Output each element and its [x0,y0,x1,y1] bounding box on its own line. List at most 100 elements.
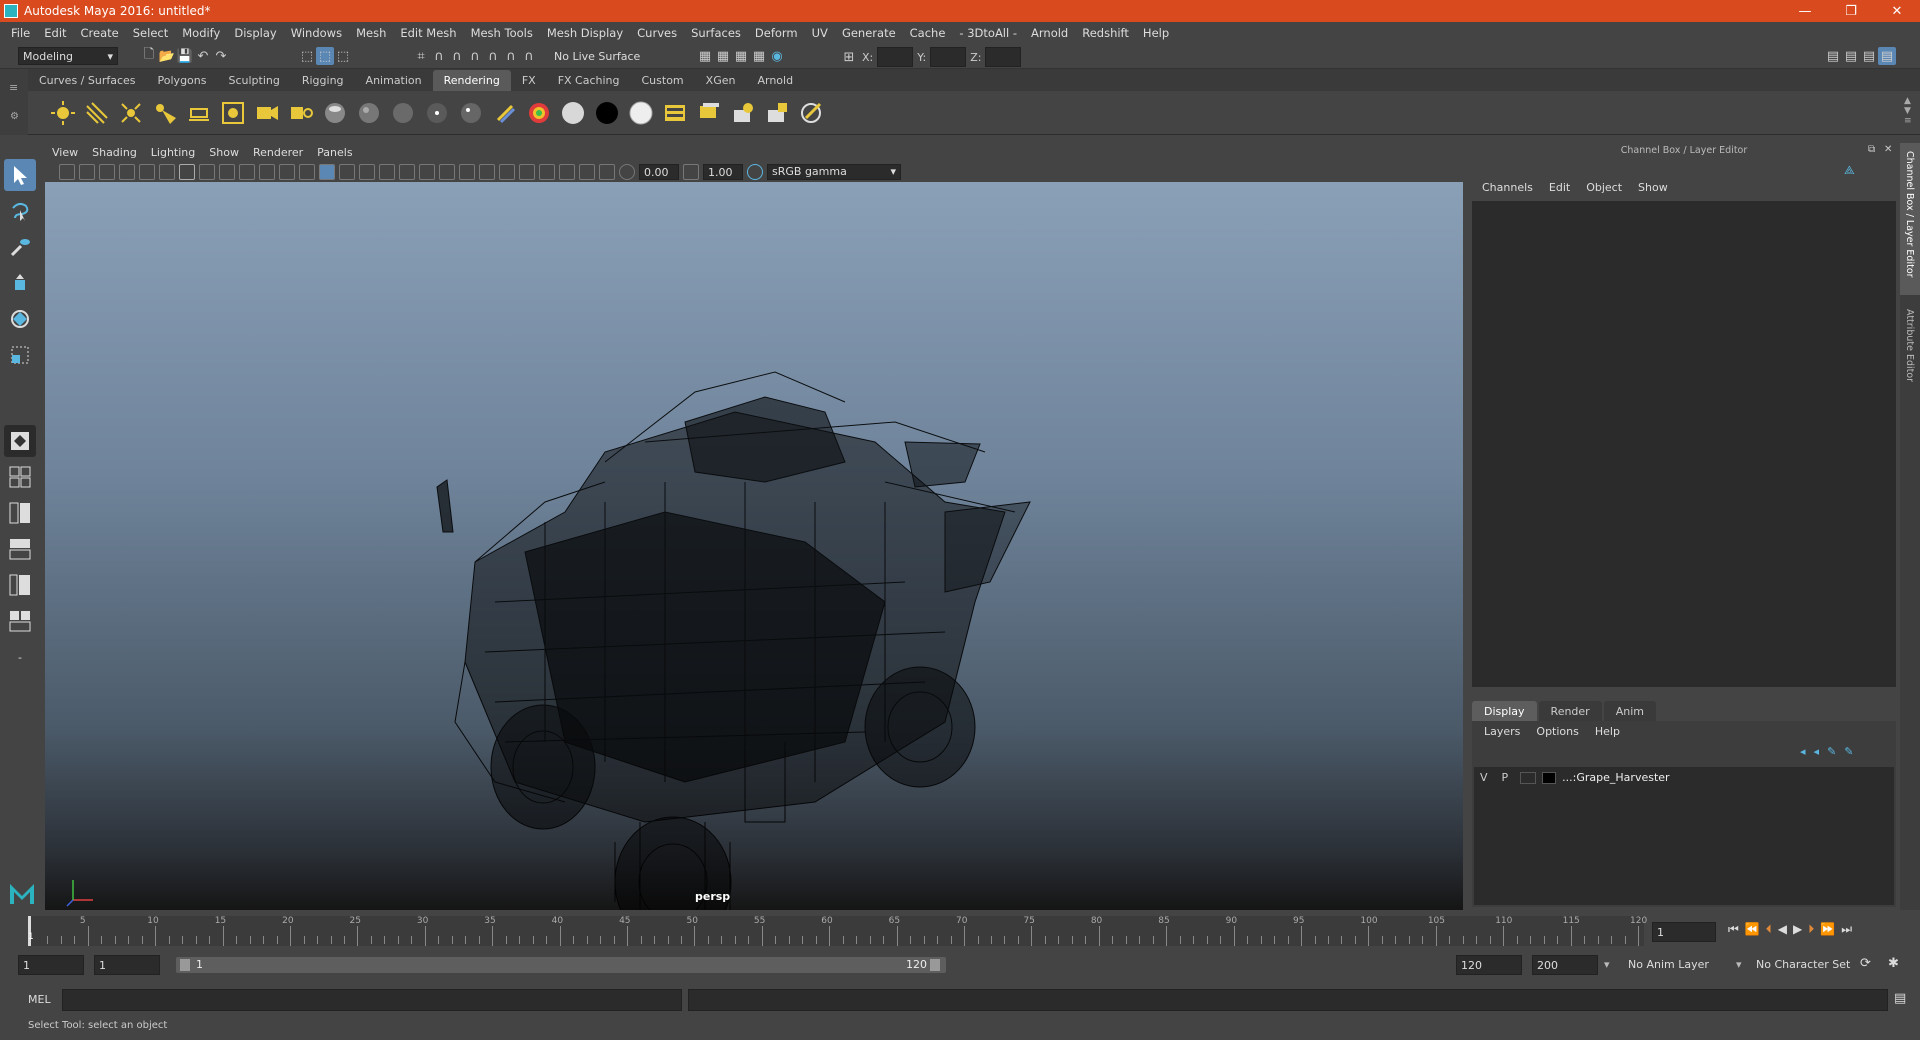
tab-display[interactable]: Display [1472,701,1537,722]
shadows-icon[interactable] [439,163,455,180]
single-perspective-layout-icon[interactable] [4,425,36,457]
menu-generate[interactable]: Generate [835,26,903,40]
live-surface-field[interactable]: No Live Surface [550,47,650,65]
select-hierarchy-icon[interactable]: ⬚ [298,47,316,65]
shelf-tab-animation[interactable]: Animation [355,70,433,91]
close-button[interactable]: ✕ [1874,4,1920,19]
shelf-tab-rendering[interactable]: Rendering [432,70,511,91]
mode-dropdown[interactable]: Modeling ▾ [18,47,118,65]
x-coord-field[interactable] [877,47,914,67]
anim-layer-dropdown[interactable]: No Anim Layer [1628,958,1709,971]
use-default-material-icon[interactable] [359,163,375,180]
shelf-scroll-arrows[interactable]: ▲ ▼ ≡ [1904,96,1912,126]
menu-curves[interactable]: Curves [630,26,684,40]
hypershade-shelf-icon[interactable] [794,96,828,130]
hypershade-layout-icon[interactable] [4,605,36,637]
menu-arnold[interactable]: Arnold [1024,26,1075,40]
step-forward-frame-icon[interactable]: ⏩ [1820,922,1835,937]
render-settings-icon[interactable]: ▦ [750,47,768,65]
shelf-tab-rigging[interactable]: Rigging [291,70,355,91]
shelf-menu-icon[interactable]: ≡ [9,81,18,94]
use-background-shader-icon[interactable] [590,96,624,130]
shelf-tab-custom[interactable]: Custom [631,70,695,91]
command-language-label[interactable]: MEL [28,993,51,1006]
safe-action-icon[interactable] [279,163,295,180]
step-forward-key-icon[interactable]: ⏵ [1808,922,1814,937]
move-tool-icon[interactable] [4,267,36,299]
maximize-button[interactable]: ❐ [1828,4,1874,19]
menu-help[interactable]: Help [1136,26,1176,40]
menu-windows[interactable]: Windows [284,26,349,40]
layer-visibility-toggle[interactable]: V [1480,771,1488,784]
anti-aliasing-icon[interactable] [499,163,515,180]
new-empty-layer-icon[interactable]: ✎ [1827,745,1836,758]
save-scene-icon[interactable]: 💾 [176,47,194,65]
camera-aim-icon[interactable] [284,96,318,130]
safe-title-icon[interactable] [299,163,315,180]
viewport-menu-shading[interactable]: Shading [85,146,144,159]
undo-icon[interactable]: ↶ [194,47,212,65]
layer-display-type[interactable] [1520,771,1537,784]
snap-view-plane-icon[interactable]: ∩ [466,47,484,65]
shelf-tab-polygons[interactable]: Polygons [147,70,218,91]
modeling-toolkit-icon[interactable]: ▤ [1824,47,1842,65]
time-slider-track[interactable]: 5 10 15 20 25 30 35 40 45 50 55 60 65 70 75 80 85 90 95 100… [28,916,1647,946]
playback-start-field[interactable]: 1 [94,955,160,975]
close-panel-icon[interactable]: ✕ [1884,144,1892,155]
menu-select[interactable]: Select [126,26,175,40]
menu-cache[interactable]: Cache [903,26,953,40]
menu-deform[interactable]: Deform [748,26,805,40]
xray-joints-icon[interactable] [599,163,615,180]
viewport-menu-renderer[interactable]: Renderer [246,146,310,159]
color-management-icon[interactable] [747,163,763,180]
render-region-icon[interactable] [760,96,794,130]
directional-light-icon[interactable] [80,96,114,130]
layer-row[interactable]: V P ...:Grape_Harvester [1480,771,1670,784]
snap-grid-icon[interactable]: ⌗ [412,47,430,65]
menu-modify[interactable]: Modify [175,26,227,40]
select-component-icon[interactable]: ⬚ [334,47,352,65]
minimize-button[interactable]: — [1782,4,1828,19]
blinn-shader-icon[interactable] [318,96,352,130]
lasso-tool-icon[interactable] [4,195,36,227]
animation-preferences-icon[interactable]: ✱ [1888,956,1899,971]
animation-end-field[interactable]: 200 [1532,955,1598,975]
ramp-shader-icon[interactable] [522,96,556,130]
viewport-menu-view[interactable]: View [45,146,85,159]
four-view-layout-icon[interactable] [4,461,36,493]
viewport-menu-lighting[interactable]: Lighting [144,146,202,159]
xray-icon[interactable] [559,163,575,180]
open-scene-icon[interactable]: 📂 [158,47,176,65]
channel-list-area[interactable] [1472,201,1896,687]
gate-mask-icon[interactable] [239,163,255,180]
character-set-dropdown[interactable]: No Character Set [1756,958,1850,971]
menu-file[interactable]: File [4,26,37,40]
resolution-gate-icon[interactable] [219,163,235,180]
hypershade-icon[interactable]: ◉ [768,47,786,65]
spot-light-icon[interactable] [148,96,182,130]
transform-mode-icon[interactable]: ⊞ [840,48,858,66]
graph-persp-layout-icon[interactable] [4,533,36,565]
use-all-lights-icon[interactable] [419,163,435,180]
viewport-menu-panels[interactable]: Panels [310,146,359,159]
batch-render-icon[interactable] [692,96,726,130]
field-chart-icon[interactable] [259,163,275,180]
scale-tool-icon[interactable] [4,339,36,371]
exposure-icon[interactable] [619,163,635,180]
paint-select-tool-icon[interactable] [4,231,36,263]
camera-icon[interactable] [250,96,284,130]
shelf-settings-icon[interactable]: ⚙ [10,111,19,122]
step-back-frame-icon[interactable]: ⏪ [1745,922,1760,937]
xray-active-icon[interactable] [579,163,595,180]
make-live-icon[interactable]: ∩ [502,47,520,65]
range-end-handle[interactable] [930,959,940,971]
depth-of-field-icon[interactable] [519,163,535,180]
bookmark-icon[interactable] [99,163,115,180]
animation-start-field[interactable]: 1 [18,955,84,975]
edit-menu[interactable]: Edit [1541,181,1578,194]
redo-icon[interactable]: ↷ [212,47,230,65]
float-panel-icon[interactable]: ⧉ [1868,144,1875,155]
isolate-select-icon[interactable] [539,163,555,180]
menu-display[interactable]: Display [227,26,283,40]
chevron-down-icon[interactable]: ▾ [1736,958,1742,971]
